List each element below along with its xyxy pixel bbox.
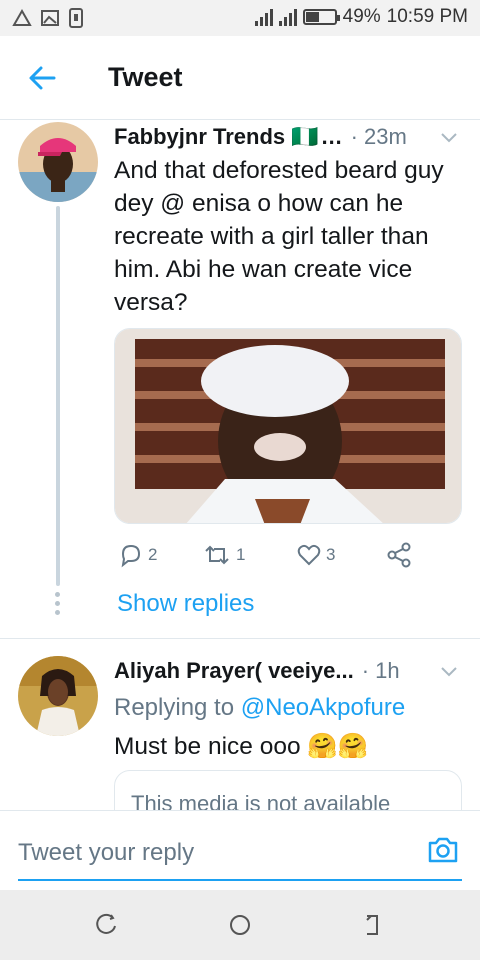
- reply-count: 2: [148, 545, 158, 564]
- status-notifications: [12, 8, 84, 28]
- like-count: 3: [326, 545, 336, 564]
- home-icon[interactable]: [227, 912, 253, 938]
- back-nav-icon[interactable]: [361, 912, 387, 938]
- signal-icon: [254, 8, 273, 26]
- tweet-time: · 1h: [361, 658, 400, 683]
- avatar[interactable]: [18, 122, 98, 202]
- tweet-media[interactable]: [114, 328, 462, 524]
- tweet-text: Must be nice ooo 🤗🤗: [114, 733, 369, 760]
- chevron-down-icon[interactable]: [438, 126, 460, 148]
- tweet-text: And that deforested beard guy dey @ enis…: [114, 157, 444, 316]
- reply-input[interactable]: [18, 827, 462, 881]
- back-arrow-icon[interactable]: [26, 62, 58, 94]
- like-icon: [297, 544, 321, 566]
- warning-icon: [12, 9, 32, 26]
- thread-line: [56, 206, 60, 586]
- share-button[interactable]: [386, 542, 412, 568]
- sim-icon: [69, 8, 83, 28]
- thread-dots: [55, 592, 60, 615]
- retweet-icon: [205, 545, 229, 565]
- retweet-button[interactable]: 1: [202, 542, 245, 568]
- reply-button[interactable]: 2: [118, 542, 157, 568]
- avatar[interactable]: [18, 656, 98, 736]
- tweet-actions: 2 1 3: [114, 542, 414, 572]
- replying-to-handle[interactable]: @NeoAkpofure: [241, 694, 405, 721]
- battery-icon: [302, 9, 340, 25]
- show-replies-link[interactable]: Show replies: [117, 590, 254, 618]
- reply-icon: [121, 544, 141, 568]
- name-ellipsis: …: [320, 124, 343, 149]
- divider: [0, 638, 480, 639]
- replying-to-label: Replying to: [114, 694, 235, 721]
- tweet-item[interactable]: Fabbyjnr Trends 🇳🇬 … · 23m And that defo…: [0, 120, 480, 638]
- author-name[interactable]: Aliyah Prayer( veeiye...: [114, 658, 354, 684]
- signal-icon-2: [278, 8, 297, 26]
- battery-percent: 49%: [342, 6, 381, 27]
- recents-icon[interactable]: [94, 912, 120, 938]
- screenshot-icon: [41, 10, 59, 26]
- status-bar: 49% 10:59 PM: [0, 0, 480, 36]
- clock: 10:59 PM: [386, 6, 468, 27]
- reply-bar: [0, 810, 480, 890]
- system-nav-bar: [0, 890, 480, 960]
- tweet-time: · 23m: [350, 124, 407, 149]
- retweet-count: 1: [236, 545, 246, 564]
- app-header: Tweet: [0, 36, 480, 120]
- nigeria-flag-emoji: 🇳🇬: [291, 124, 319, 149]
- replying-to: Replying to @NeoAkpofure: [114, 694, 405, 722]
- share-icon: [387, 542, 411, 568]
- author-name[interactable]: Fabbyjnr Trends: [114, 124, 285, 150]
- chevron-down-icon[interactable]: [438, 660, 460, 682]
- camera-icon[interactable]: [426, 833, 460, 867]
- page-title: Tweet: [108, 62, 183, 92]
- like-button[interactable]: 3: [296, 542, 335, 568]
